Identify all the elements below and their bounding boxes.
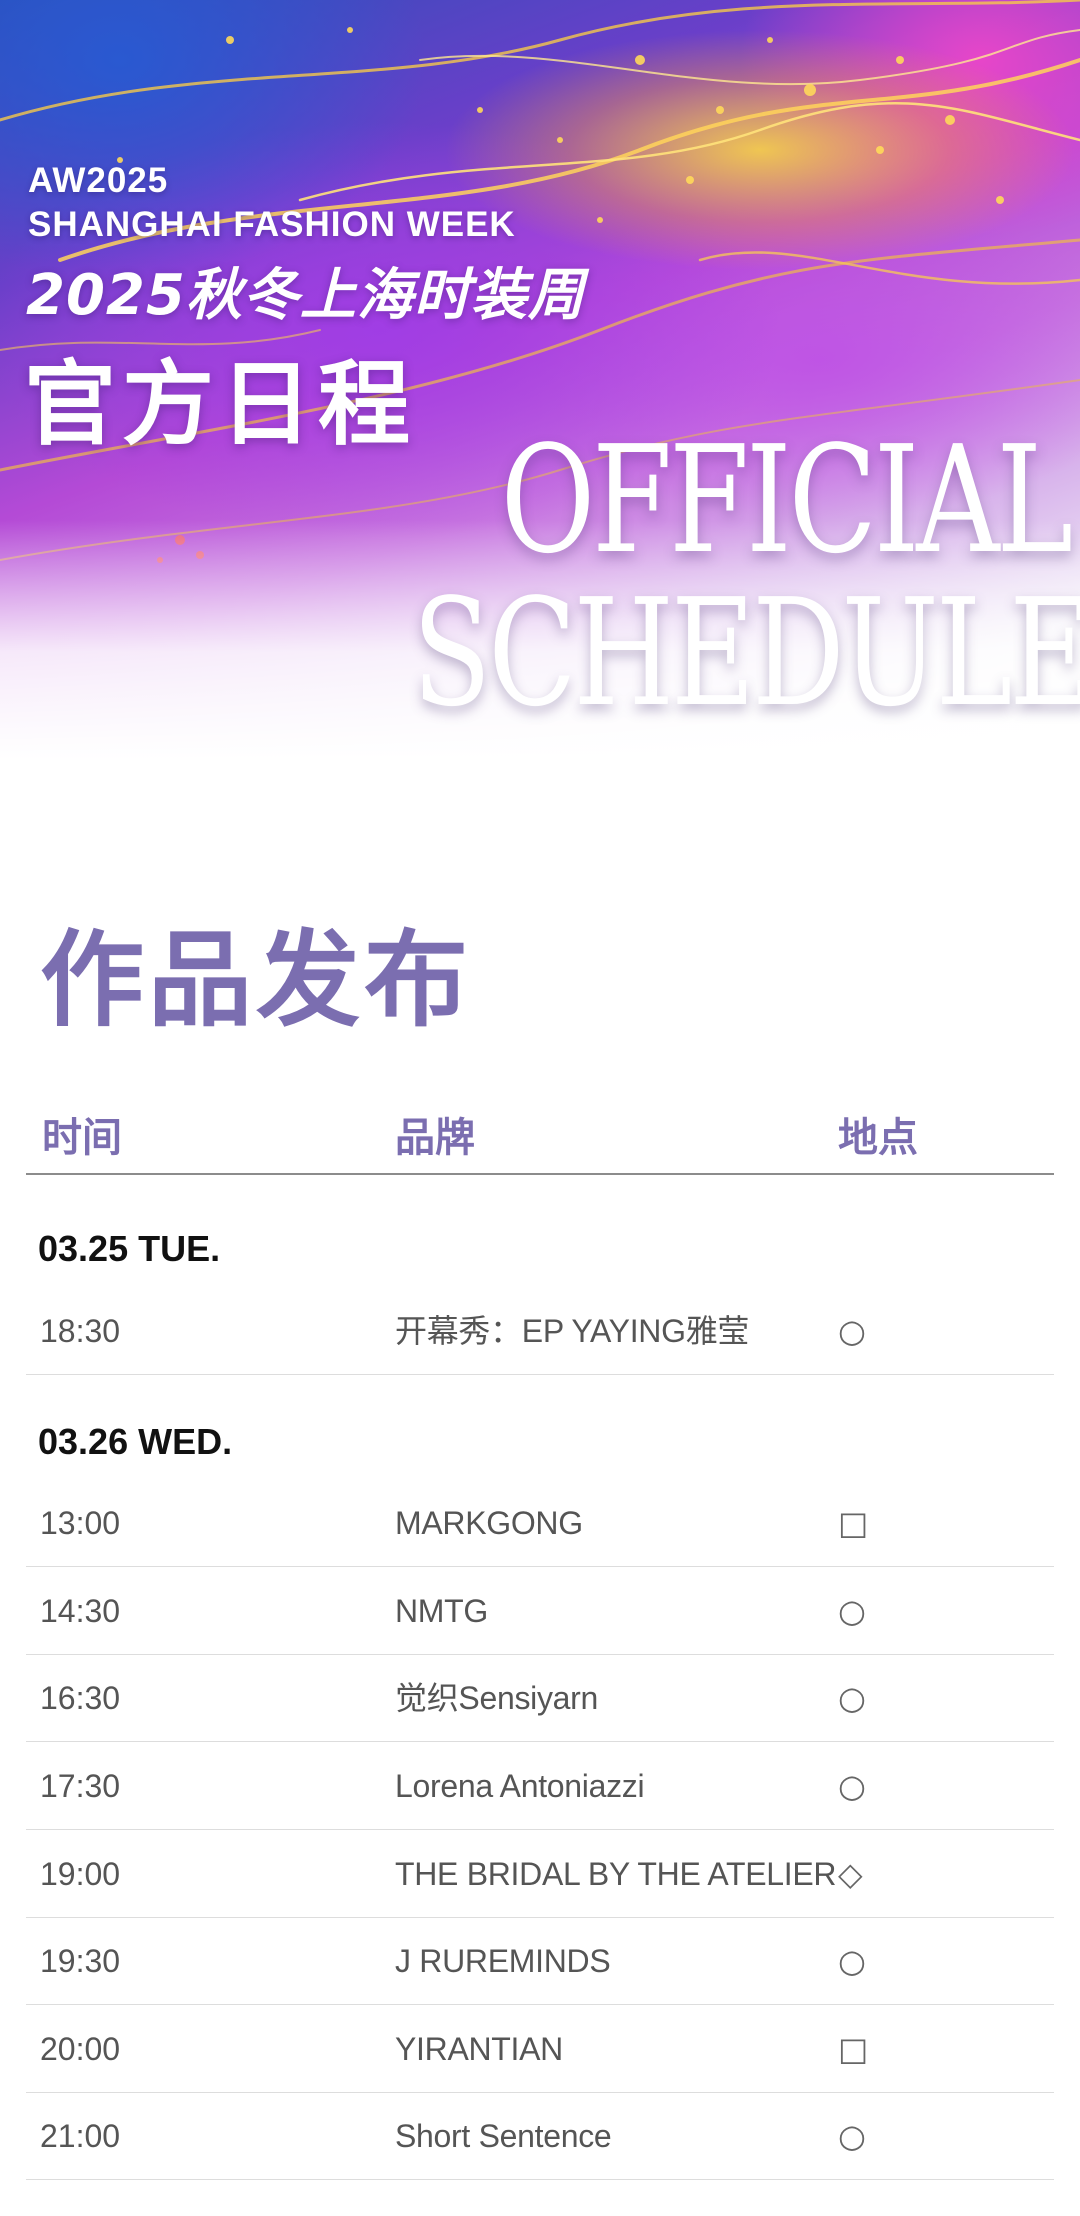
venue-circle-icon: ○ — [838, 1679, 866, 1717]
venue-square-icon: □ — [838, 2030, 869, 2068]
hero-cn-title: 官方日程 — [24, 351, 417, 458]
row-brand: YIRANTIAN — [395, 2031, 563, 2067]
venue-diamond-icon: ◇ — [838, 1855, 863, 1893]
date-label: 03.26 WED. — [38, 1421, 233, 1462]
venue-square-icon: □ — [838, 1504, 869, 1542]
date-label: 03.25 TUE. — [38, 1228, 221, 1269]
row-time: 19:00 — [40, 1856, 121, 1892]
row-brand: 开幕秀：EP YAYING雅莹 — [395, 1313, 750, 1349]
table-row: 21:00 Short Sentence ○ — [0, 2092, 1080, 2180]
table-row: 14:30 NMTG ○ — [0, 1567, 1080, 1655]
hero-banner: AW2025 SHANGHAI FASHION WEEK 2025秋冬上海时装周… — [0, 0, 1080, 760]
row-time: 16:30 — [40, 1680, 121, 1716]
venue-circle-icon: ○ — [838, 1312, 866, 1350]
venue-circle-icon: ○ — [838, 2117, 866, 2155]
column-header-venue: 地点 — [838, 1114, 918, 1161]
row-brand: NMTG — [395, 1593, 489, 1629]
venue-circle-icon: ○ — [838, 1942, 866, 1980]
row-brand: MARKGONG — [395, 1505, 583, 1541]
row-divider — [26, 1374, 1054, 1375]
venue-circle-icon: ○ — [838, 1592, 866, 1630]
hero-cn-subtitle: 2025秋冬上海时装周 — [26, 263, 585, 328]
venue-circle-icon: ○ — [838, 1767, 866, 1805]
table-row: 19:00 THE BRIDAL BY THE ATELIER ◇ — [0, 1830, 1080, 1918]
table-row: 20:00 YIRANTIAN □ — [0, 2005, 1080, 2093]
row-time: 19:30 — [40, 1943, 121, 1979]
row-brand: Lorena Antoniazzi — [395, 1768, 645, 1804]
row-brand: J RUREMINDS — [395, 1943, 611, 1979]
row-time: 21:00 — [40, 2118, 121, 2154]
hero-event-name: SHANGHAI FASHION WEEK — [28, 205, 516, 244]
row-time: 18:30 — [40, 1313, 121, 1349]
row-brand: Short Sentence — [395, 2118, 612, 2154]
header-divider — [26, 1173, 1054, 1175]
row-brand: 觉织Sensiyarn — [395, 1680, 598, 1716]
table-row: 13:00 MARKGONG □ — [0, 1479, 1080, 1567]
hero-season: AW2025 — [28, 161, 169, 200]
hero-official-word: OFFICIAL — [500, 414, 1074, 586]
row-divider — [26, 2179, 1054, 2180]
row-time: 17:30 — [40, 1768, 121, 1804]
section-title: 作品发布 — [40, 918, 473, 1041]
table-row: 16:30 觉织Sensiyarn ○ — [0, 1654, 1080, 1742]
row-time: 20:00 — [40, 2031, 121, 2067]
row-brand: THE BRIDAL BY THE ATELIER — [395, 1856, 837, 1892]
row-time: 14:30 — [40, 1593, 121, 1629]
table-row: 19:30 J RUREMINDS ○ — [0, 1917, 1080, 2005]
column-header-time: 时间 — [42, 1114, 122, 1161]
hero-schedule-word: SCHEDULE — [411, 567, 1080, 739]
row-time: 13:00 — [40, 1505, 121, 1541]
column-header-brand: 品牌 — [395, 1114, 475, 1161]
table-row: 18:30 开幕秀：EP YAYING雅莹 ○ — [0, 1287, 1080, 1375]
table-row: 17:30 Lorena Antoniazzi ○ — [0, 1742, 1080, 1830]
